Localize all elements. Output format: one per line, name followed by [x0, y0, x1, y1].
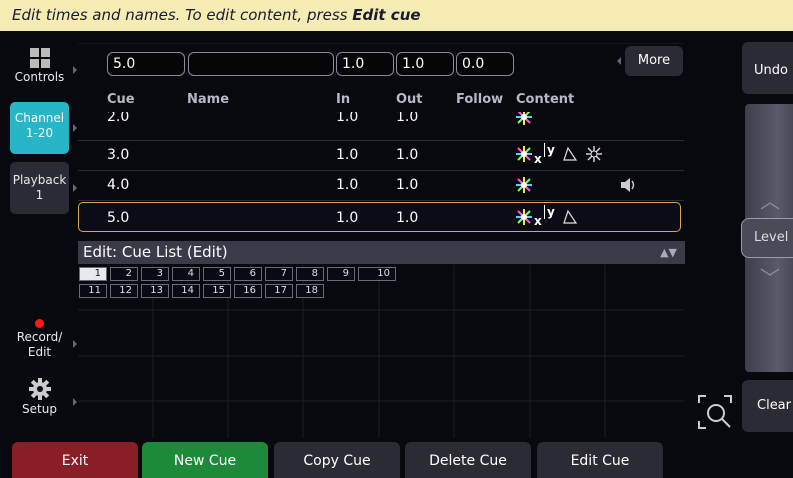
cue-in: 1.0: [336, 147, 359, 163]
header-out: Out: [396, 92, 423, 107]
controls-icon: [29, 48, 50, 68]
channel-cell[interactable]: 3: [141, 267, 169, 281]
channel-cell[interactable]: 10: [358, 267, 396, 281]
follow-time-field[interactable]: 0.0: [456, 52, 514, 76]
copy-cue-button[interactable]: Copy Cue: [274, 442, 400, 478]
color-icon: [515, 176, 533, 198]
controls-arrow-icon: [73, 66, 77, 74]
beam-icon: [562, 146, 578, 166]
channel-arrow-icon: [73, 124, 77, 132]
more-arrow-icon: [617, 57, 621, 65]
hint-text: Edit times and names. To edit content, p…: [12, 6, 353, 24]
exit-button[interactable]: Exit: [12, 442, 138, 478]
cue-name-field[interactable]: [188, 52, 334, 76]
y-icon: y: [544, 143, 555, 157]
color-icon: [515, 145, 533, 167]
channel-cell[interactable]: 16: [234, 284, 262, 298]
hint-bar: Edit times and names. To edit content, p…: [0, 0, 793, 31]
gobo-icon: [585, 145, 603, 167]
record-dot-icon: [35, 319, 44, 328]
cue-row-selected[interactable]: 5.0 1.0 1.0 x y: [78, 202, 681, 232]
channel-cell[interactable]: 5: [203, 267, 231, 281]
header-follow: Follow: [456, 92, 504, 107]
header-in: In: [336, 92, 351, 107]
cue-row[interactable]: 2.0 1.0 1.0: [78, 112, 681, 126]
cue-out: 1.0: [396, 210, 419, 226]
channel-cell[interactable]: 9: [327, 267, 355, 281]
channel-button[interactable]: Channel 1-20: [10, 102, 77, 154]
delete-cue-button[interactable]: Delete Cue: [405, 442, 531, 478]
edit-cue-button[interactable]: Edit Cue: [537, 442, 663, 478]
collapse-arrows-icon[interactable]: ▲▼: [660, 241, 677, 264]
channel-cell[interactable]: 1: [79, 267, 107, 281]
cue-row[interactable]: 3.0 1.0 1.0 x y: [78, 140, 681, 170]
color-icon: [515, 112, 533, 126]
gear-icon: [28, 378, 51, 400]
cue-out: 1.0: [396, 147, 419, 163]
channel-label: Channel: [14, 111, 65, 125]
zoom-icon[interactable]: [697, 394, 733, 430]
audio-icon: [620, 177, 638, 197]
channel-cell[interactable]: 15: [203, 284, 231, 298]
channel-cell[interactable]: 11: [79, 284, 107, 298]
channel-cell[interactable]: 14: [172, 284, 200, 298]
more-button[interactable]: More: [625, 46, 683, 76]
y-icon: y: [544, 205, 555, 219]
beam-icon: [562, 209, 578, 229]
cue-out: 1.0: [396, 112, 419, 125]
chevron-down-icon: ﹀: [760, 266, 780, 290]
in-time-field[interactable]: 1.0: [336, 52, 394, 76]
edit-label: Edit: [27, 345, 52, 359]
header-name: Name: [187, 92, 230, 107]
channel-cell[interactable]: 17: [265, 284, 293, 298]
channel-cell[interactable]: 12: [110, 284, 138, 298]
cue-row[interactable]: 4.0 1.0 1.0: [78, 170, 681, 200]
setup-label: Setup: [22, 402, 57, 416]
channel-range: 1-20: [25, 126, 54, 140]
header-cue: Cue: [107, 92, 135, 107]
channel-cell[interactable]: 6: [234, 267, 262, 281]
undo-button[interactable]: Undo: [742, 42, 793, 94]
cue-in: 1.0: [336, 112, 359, 125]
cue-in: 1.0: [336, 177, 359, 193]
x-icon: x: [534, 214, 542, 228]
clear-button[interactable]: Clear: [742, 380, 793, 432]
cue-in: 1.0: [336, 210, 359, 226]
chevron-up-icon: ︿: [760, 189, 780, 213]
controls-button[interactable]: Controls: [10, 44, 77, 96]
playback-number: 1: [35, 188, 44, 202]
cue-number: 3.0: [107, 147, 130, 163]
cue-out: 1.0: [396, 177, 419, 193]
playback-label: Playback: [12, 173, 67, 187]
edit-bar-title: Edit: Cue List (Edit): [83, 243, 228, 261]
record-edit-button[interactable]: Record/ Edit: [10, 318, 77, 370]
channel-cell[interactable]: 18: [296, 284, 324, 298]
cue-number: 2.0: [107, 112, 130, 125]
x-icon: x: [534, 152, 542, 166]
playback-button[interactable]: Playback 1: [10, 162, 77, 214]
channel-cell[interactable]: 13: [141, 284, 169, 298]
channel-cell[interactable]: 8: [296, 267, 324, 281]
edit-cue-list-bar: Edit: Cue List (Edit) ▲▼: [78, 241, 685, 264]
cue-number: 4.0: [107, 177, 130, 193]
setup-button[interactable]: Setup: [10, 376, 77, 428]
hint-emphasis: Edit cue: [352, 6, 421, 24]
out-time-field[interactable]: 1.0: [396, 52, 454, 76]
header-content: Content: [516, 92, 575, 107]
color-icon: [515, 208, 533, 230]
playback-arrow-icon: [73, 184, 77, 192]
channel-cell[interactable]: 7: [265, 267, 293, 281]
level-handle[interactable]: Level: [741, 218, 793, 258]
channel-grid: 1 2 3 4 5 6 7 8 9 10 11 12 13 14 15 16 1…: [79, 267, 459, 301]
record-arrow-icon: [73, 340, 77, 348]
record-label: Record/: [16, 330, 63, 344]
channel-cell[interactable]: 2: [110, 267, 138, 281]
channel-cell[interactable]: 4: [172, 267, 200, 281]
cue-number: 5.0: [107, 210, 130, 226]
setup-arrow-icon: [73, 398, 77, 406]
cue-number-field[interactable]: 5.0: [107, 52, 185, 76]
controls-label: Controls: [14, 70, 65, 84]
new-cue-button[interactable]: New Cue: [142, 442, 268, 478]
